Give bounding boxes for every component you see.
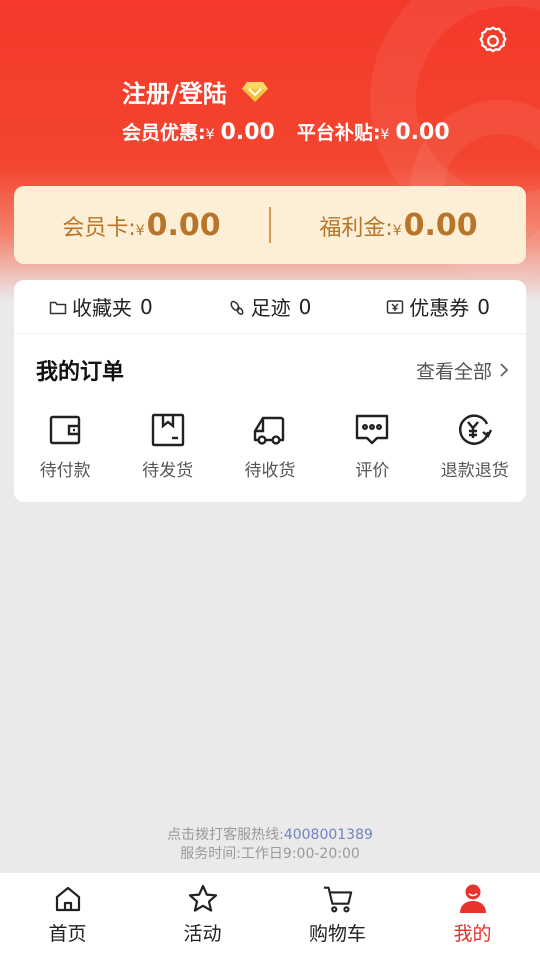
- chevron-right-icon: [500, 363, 509, 377]
- service-hours: 服务时间:工作日9:00-20:00: [180, 846, 360, 862]
- tab-label: 我的: [453, 923, 492, 945]
- member-discount: 会员优惠: ¥ 0.00: [122, 118, 275, 145]
- tab-mine[interactable]: 我的: [405, 873, 540, 960]
- hotline-prefix: 点击拨打客服热线:: [167, 827, 284, 843]
- currency-symbol: ¥: [135, 222, 145, 239]
- currency-symbol: ¥: [380, 127, 390, 143]
- welfare-value: 0.00: [403, 207, 478, 243]
- platform-subsidy: 平台补贴: ¥ 0.00: [297, 118, 450, 145]
- refund-icon: [455, 410, 495, 450]
- orders-header: 我的订单 查看全部: [14, 334, 526, 406]
- settings-button[interactable]: [474, 22, 512, 60]
- order-status-label: 评价: [355, 461, 390, 481]
- hotline-line: 点击拨打客服热线:4008001389: [0, 826, 540, 845]
- footprints-link[interactable]: 足迹 0: [227, 292, 312, 321]
- favorites-link[interactable]: 收藏夹 0: [48, 292, 153, 321]
- quick-links: 收藏夹 0 足迹 0 优惠券 0: [14, 280, 526, 334]
- order-review[interactable]: 评价: [322, 410, 422, 481]
- cart-icon: [322, 883, 354, 915]
- order-status-label: 待发货: [142, 461, 194, 481]
- customer-service-hotline[interactable]: 点击拨打客服热线:4008001389 服务时间:工作日9:00-20:00: [0, 826, 540, 864]
- member-card-panel: 会员卡: ¥ 0.00 福利金: ¥ 0.00: [14, 186, 526, 264]
- member-card-balance[interactable]: 会员卡: ¥ 0.00: [14, 208, 269, 243]
- package-icon: [148, 410, 188, 450]
- tab-label: 购物车: [308, 923, 366, 945]
- diamond-icon: [241, 80, 269, 104]
- wallet-icon: [45, 410, 85, 450]
- user-stats: 会员优惠: ¥ 0.00 平台补贴: ¥ 0.00: [122, 118, 472, 145]
- member-discount-label: 会员优惠:: [122, 122, 206, 144]
- favorites-label: 收藏夹: [72, 296, 132, 320]
- member-discount-value: 0.00: [220, 120, 275, 145]
- coupons-count: 0: [477, 294, 490, 319]
- view-all-label: 查看全部: [415, 360, 492, 383]
- order-status-row: 待付款 待发货 待收货 评价 退款退货: [14, 406, 526, 481]
- star-icon: [187, 883, 219, 915]
- tab-label: 活动: [183, 923, 222, 945]
- order-status-label: 待收货: [244, 461, 296, 481]
- platform-subsidy-label: 平台补贴:: [296, 122, 381, 144]
- tab-cart[interactable]: 购物车: [270, 873, 405, 960]
- currency-symbol: ¥: [392, 222, 402, 239]
- tab-label: 首页: [48, 923, 87, 945]
- welfare-label: 福利金:: [319, 215, 393, 241]
- footprints-count: 0: [298, 294, 312, 319]
- platform-subsidy-value: 0.00: [395, 120, 450, 145]
- order-status-label: 退款退货: [440, 461, 509, 481]
- order-pending-shipment[interactable]: 待发货: [118, 410, 218, 481]
- comment-icon: [352, 410, 392, 450]
- tab-activity[interactable]: 活动: [135, 873, 270, 960]
- user-icon: [457, 883, 489, 915]
- account-panel: 收藏夹 0 足迹 0 优惠券 0 我的订单 查看全部 待付款 待发货 待收货 评…: [14, 280, 526, 502]
- coupons-link[interactable]: 优惠券 0: [385, 292, 490, 321]
- member-card-label: 会员卡:: [62, 215, 136, 241]
- favorites-count: 0: [140, 294, 153, 319]
- bottom-tab-bar: 首页 活动 购物车 我的: [0, 872, 540, 960]
- coupon-icon: [387, 299, 404, 314]
- footprints-label: 足迹: [250, 296, 291, 320]
- member-card-value: 0.00: [146, 207, 221, 243]
- folder-icon: [49, 301, 67, 314]
- order-pending-payment[interactable]: 待付款: [15, 410, 115, 481]
- footprint-icon: [230, 300, 244, 315]
- truck-icon: [250, 410, 290, 450]
- hotline-number[interactable]: 4008001389: [284, 827, 373, 843]
- gear-icon: [479, 26, 507, 53]
- tab-home[interactable]: 首页: [0, 873, 135, 960]
- order-refund-return[interactable]: 退款退货: [425, 410, 525, 481]
- order-status-label: 待付款: [39, 461, 91, 481]
- login-title: 注册/登陆: [122, 80, 227, 108]
- coupons-label: 优惠券: [409, 296, 470, 320]
- login-register-link[interactable]: 注册/登陆: [122, 74, 269, 109]
- view-all-orders-link[interactable]: 查看全部: [416, 357, 510, 384]
- currency-symbol: ¥: [205, 127, 215, 143]
- home-icon: [52, 883, 84, 915]
- orders-title: 我的订单: [36, 360, 125, 385]
- order-pending-receipt[interactable]: 待收货: [220, 410, 320, 481]
- welfare-balance[interactable]: 福利金: ¥ 0.00: [271, 208, 526, 243]
